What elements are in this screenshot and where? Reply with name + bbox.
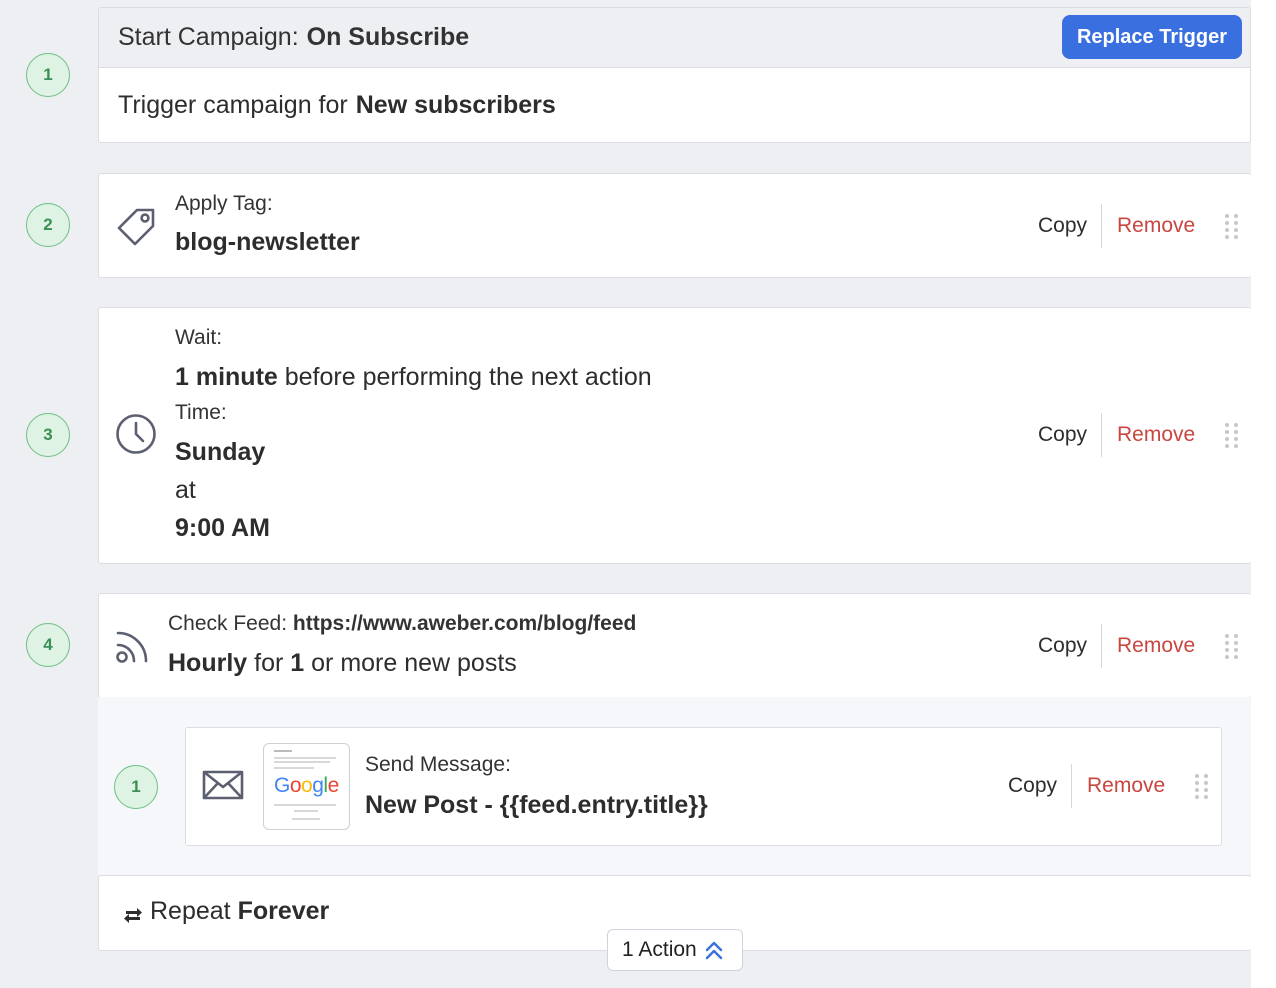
check-feed-card[interactable]: Check Feed: https://www.aweber.com/blog/…	[98, 593, 1251, 698]
apply-tag-label: Apply Tag:	[175, 192, 273, 215]
feed-frequency: Hourly for 1 or more new posts	[168, 649, 517, 677]
trigger-body-prefix: Trigger campaign for	[118, 90, 348, 119]
drag-handle-icon[interactable]	[1195, 770, 1211, 802]
chevrons-up-icon	[704, 940, 724, 960]
apply-tag-value: blog-newsletter	[175, 228, 360, 256]
card-actions: Copy Remove	[1008, 764, 1221, 808]
card-actions: Copy Remove	[1038, 204, 1251, 248]
send-message-label: Send Message:	[365, 753, 511, 776]
wait-day: Sunday	[175, 438, 266, 466]
step-number: 1	[26, 53, 70, 97]
wait-at: at	[175, 476, 196, 504]
message-thumbnail[interactable]: Google	[263, 743, 350, 830]
apply-tag-card[interactable]: Apply Tag: blog-newsletter Copy Remove	[98, 173, 1251, 278]
step-number: 3	[26, 413, 70, 457]
collapse-label: 1 Action	[622, 938, 697, 961]
remove-button[interactable]: Remove	[1102, 423, 1225, 447]
remove-button[interactable]: Remove	[1072, 774, 1195, 798]
step-number: 1	[114, 765, 158, 809]
collapse-actions-button[interactable]: 1 Action	[607, 929, 743, 971]
trigger-body: Trigger campaign for New subscribers	[99, 68, 1250, 142]
envelope-icon	[202, 770, 244, 805]
card-actions: Copy Remove	[1038, 624, 1251, 668]
step-number: 2	[26, 203, 70, 247]
wait-time: 9:00 AM	[175, 514, 270, 542]
trigger-body-value: New subscribers	[355, 90, 556, 119]
trigger-card: Start Campaign: On Subscribe Replace Tri…	[98, 7, 1251, 143]
trigger-name: On Subscribe	[306, 23, 470, 51]
wait-label: Wait:	[175, 326, 223, 349]
drag-handle-icon[interactable]	[1225, 419, 1241, 451]
copy-button[interactable]: Copy	[1038, 634, 1101, 658]
card-actions: Copy Remove	[1038, 413, 1251, 457]
send-message-value: New Post - {{feed.entry.title}}	[365, 791, 708, 819]
step-number: 4	[26, 623, 70, 667]
repeat-icon	[123, 905, 143, 928]
remove-button[interactable]: Remove	[1102, 214, 1225, 238]
rss-icon	[115, 628, 151, 669]
check-feed-label: Check Feed: https://www.aweber.com/blog/…	[168, 612, 637, 635]
repeat-label: Repeat Forever	[150, 897, 330, 925]
drag-handle-icon[interactable]	[1225, 630, 1241, 662]
replace-trigger-button[interactable]: Replace Trigger	[1061, 15, 1242, 59]
wait-duration: 1 minute before performing the next acti…	[175, 363, 652, 391]
tag-icon	[115, 204, 159, 253]
trigger-prefix: Start Campaign:	[118, 23, 299, 51]
time-label: Time:	[175, 401, 227, 424]
copy-button[interactable]: Copy	[1038, 214, 1101, 238]
clock-icon	[115, 413, 157, 460]
copy-button[interactable]: Copy	[1038, 423, 1101, 447]
scroll-gutter	[1251, 0, 1276, 988]
copy-button[interactable]: Copy	[1008, 774, 1071, 798]
remove-button[interactable]: Remove	[1102, 634, 1225, 658]
drag-handle-icon[interactable]	[1225, 210, 1241, 242]
wait-card[interactable]: Wait: 1 minute before performing the nex…	[98, 307, 1251, 564]
thumbnail-logo: Google	[274, 774, 339, 797]
